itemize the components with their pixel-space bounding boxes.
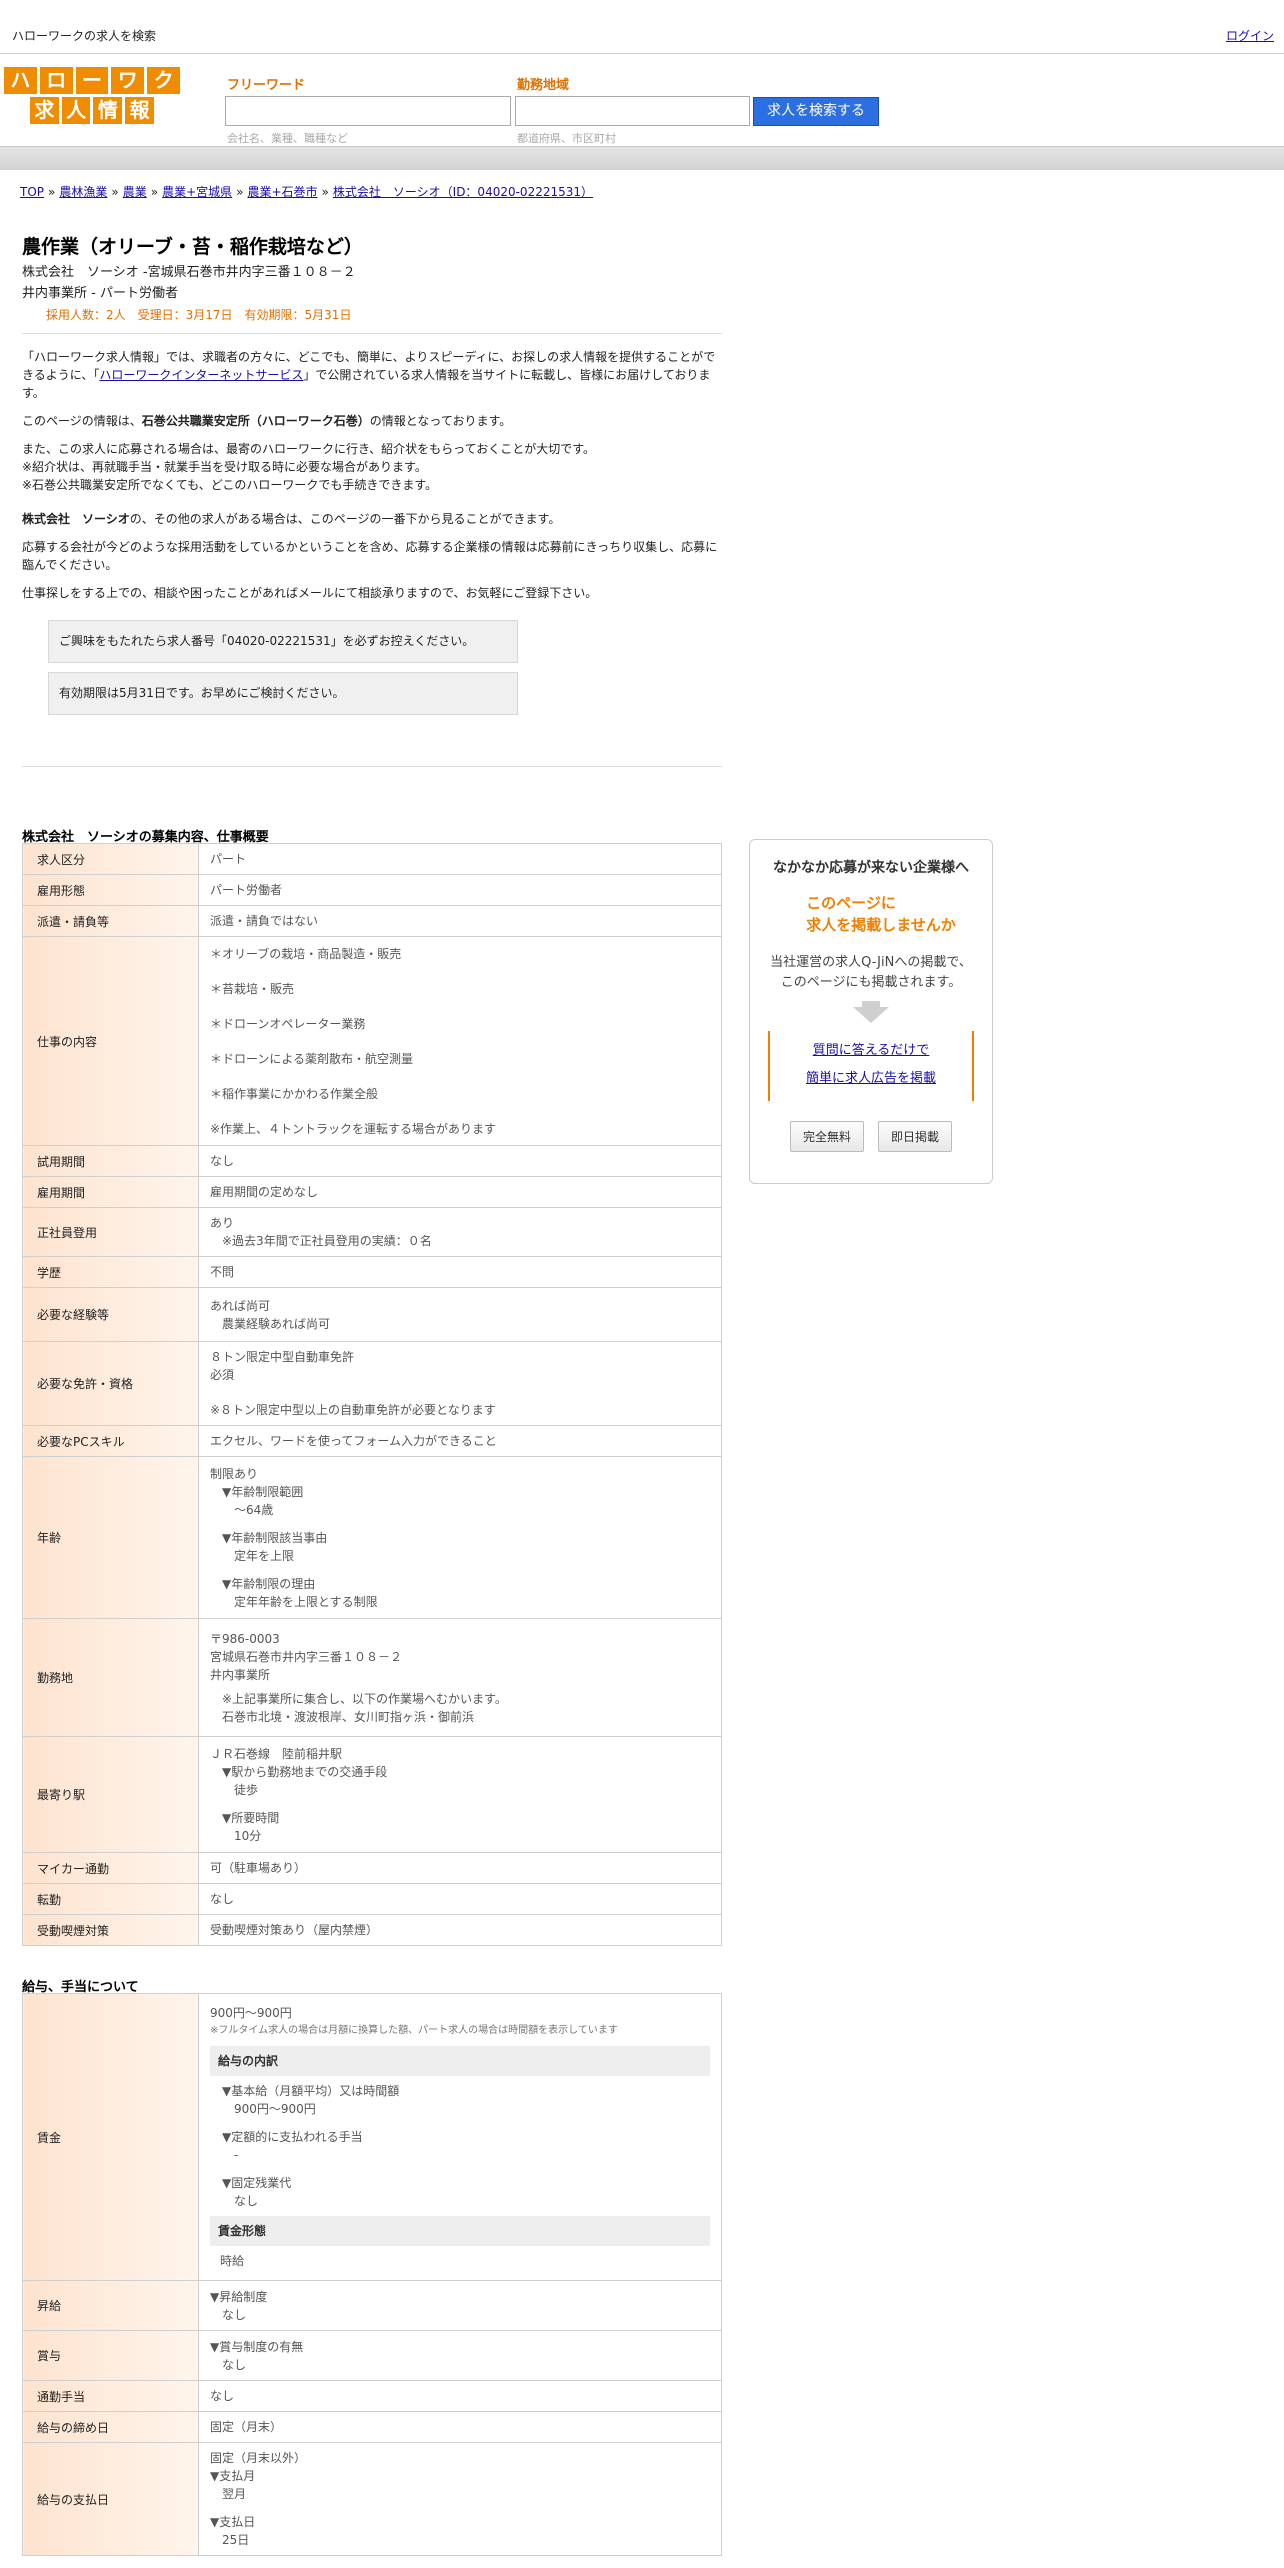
top-bar: ハローワークの求人を検索 ログイン: [0, 0, 1284, 54]
ad-description: 当社運営の求人Q-JiNへの掲載で、 このページにも掲載されます。: [770, 955, 972, 990]
job-title: 農作業（オリーブ・苔・稲作栽培など）: [22, 236, 363, 258]
ad-cta: 質問に答えるだけで 簡単に求人広告を掲載: [768, 1031, 974, 1101]
job-company: 株式会社 ソーシオ -宮城県石巻市井内字三番１０８－２: [22, 265, 356, 280]
logo-char: 情: [93, 97, 123, 124]
free-badge[interactable]: 完全無料: [789, 1121, 864, 1152]
employer-ad-box: なかなか応募が来ない企業様へ このページに 求人を掲載しませんか 当社運営の求人…: [749, 839, 993, 1184]
freeword-hint: 会社名、業種、職種など: [227, 132, 348, 145]
same-day-badge[interactable]: 即日掲載: [878, 1121, 953, 1152]
logo-char: 報: [125, 97, 154, 124]
expiry-notice: 有効期限は5月31日です。お早めにご検討ください。: [48, 672, 518, 715]
job-office: 井内事業所 - パート労働者: [22, 286, 178, 301]
search-button[interactable]: 求人を検索する: [753, 97, 879, 126]
job-number-notice: ご興味をもたれたら求人番号「04020-02221531」を必ずお控えください。: [48, 620, 518, 663]
breadcrumb-prefecture[interactable]: 農業+宮城県: [162, 185, 232, 199]
table-row: 雇用形態 パート労働者: [22, 874, 722, 906]
site-tagline: ハローワークの求人を検索: [12, 29, 157, 43]
table-row: 給与の締め日 固定（月末）: [22, 2411, 722, 2443]
logo-char: ワ: [111, 67, 145, 94]
table-row: 年齢 制限あり ▼年齢制限範囲 〜64歳 ▼年齢制限該当事由 定年を上限 ▼年齢制限…: [22, 1456, 722, 1619]
table-row: 賞与 ▼賞与制度の有無 なし: [22, 2330, 722, 2381]
other-jobs-note: 株式会社 ソーシオの、その他の求人がある場合は、このページの一番下から見ることが…: [22, 512, 561, 526]
table-row: 昇給 ▼昇給制度 なし: [22, 2280, 722, 2331]
logo-char: 求: [30, 97, 59, 124]
ad-headline: このページに 求人を掲載しませんか: [806, 894, 956, 934]
table-row: 仕事の内容 ＊オリーブの栽培・商品製造・販売 ＊苔栽培・販売 ＊ドローンオペレー…: [22, 936, 722, 1146]
divider: [22, 766, 722, 767]
table-row: 必要な免許・資格 ８トン限定中型自動車免許 必須 ※８トン限定中型以上の自動車免許が必…: [22, 1341, 722, 1426]
freeword-input[interactable]: [225, 96, 511, 126]
ad-title: なかなか応募が来ない企業様へ: [773, 860, 969, 876]
location-input[interactable]: [515, 96, 750, 126]
overview-table: 求人区分 パート 雇用形態 パート労働者 派遣・請負等 派遣・請負ではない 仕事の内容…: [22, 843, 722, 1946]
table-row: 最寄り駅 ＪＲ石巻線 陸前稲井駅 ▼駅から勤務地までの交通手段 徒歩 ▼所要時間 1…: [22, 1736, 722, 1853]
table-row: 必要なPCスキル エクセル、ワードを使ってフォーム入力ができること: [22, 1425, 722, 1457]
breadcrumb: TOP» 農林漁業» 農業» 農業+宮城県» 農業+石巻市» 株式会社 ソーシオ（ID：0…: [20, 185, 594, 199]
intro-paragraph: 「ハローワーク求人情報」では、求職者の方々に、どこでも、簡単に、よりスピーディに…: [22, 350, 716, 400]
table-row: 必要な経験等 あれば尚可 農業経験あれば尚可: [22, 1287, 722, 1342]
table-row: 学歴 不問: [22, 1256, 722, 1288]
breadcrumb-category[interactable]: 農林漁業: [59, 185, 107, 199]
hellowork-internet-link[interactable]: ハローワークインターネットサービス: [99, 368, 303, 382]
breadcrumb-city[interactable]: 農業+石巻市: [247, 185, 317, 199]
table-row: マイカー通勤 可（駐車場あり）: [22, 1852, 722, 1884]
logo-char: ク: [147, 67, 180, 94]
table-row: 給与の支払日 固定（月末以外） ▼支払月 翌月 ▼支払日 25日: [22, 2442, 722, 2556]
table-row: 求人区分 パート: [22, 843, 722, 875]
table-row: 正社員登用 あり ※過去3年間で正社員登用の実績：０名: [22, 1207, 722, 1257]
table-row: 受動喫煙対策 受動喫煙対策あり（屋内禁煙）: [22, 1914, 722, 1946]
table-row: 試用期間 なし: [22, 1145, 722, 1177]
table-row: 勤務地 〒986-0003 宮城県石巻市井内字三番１０８－２ 井内事業所 ※上記…: [22, 1618, 722, 1737]
breadcrumb-top[interactable]: TOP: [20, 185, 44, 199]
table-row: 派遣・請負等 派遣・請負ではない: [22, 905, 722, 937]
job-summary: 農作業（オリーブ・苔・稲作栽培など） 株式会社 ソーシオ -宮城県石巻市井内字三…: [22, 232, 722, 323]
research-note: 応募する会社が今どのような採用活動をしているかということを含め、応募する企業様の…: [22, 540, 718, 572]
source-paragraph: このページの情報は、石巻公共職業安定所（ハローワーク石巻）の情報となっております…: [22, 414, 512, 428]
breadcrumb-subcategory[interactable]: 農業: [123, 185, 147, 199]
logo-char: ー: [75, 67, 109, 94]
logo-char: 人: [61, 97, 91, 124]
ad-link-post[interactable]: 簡単に求人広告を掲載: [770, 1065, 972, 1093]
salary-table: 賃金 900円〜900円 ※フルタイム求人の場合は月額に換算した額、パート求人の…: [22, 1993, 722, 2556]
table-row: 雇用期間 雇用期間の定めなし: [22, 1176, 722, 1208]
logo-char: ハ: [4, 67, 37, 94]
location-hint: 都道府県、市区町村: [517, 132, 616, 145]
intro-text: 「ハローワーク求人情報」では、求職者の方々に、どこでも、簡単に、よりスピーディに…: [22, 348, 722, 724]
table-row: 賃金 900円〜900円 ※フルタイム求人の場合は月額に換算した額、パート求人の…: [22, 1993, 722, 2281]
consult-note: 仕事探しをする上での、相談や困ったことがあればメールにて相談承りますので、お気軽…: [22, 586, 598, 600]
login-link[interactable]: ログイン: [1226, 27, 1274, 44]
breadcrumb-current[interactable]: 株式会社 ソーシオ（ID：04020-02221531）: [333, 185, 593, 199]
ad-link-answer[interactable]: 質問に答えるだけで: [770, 1037, 972, 1065]
apply-note: また、この求人に応募される場合は、最寄のハローワークに行き、紹介状をもらっておく…: [22, 442, 596, 492]
ad-badges: 完全無料 即日掲載: [750, 1121, 992, 1152]
location-label: 勤務地域: [517, 78, 570, 93]
logo-char: ロ: [39, 67, 73, 94]
job-meta: 採用人数：2人 受理日：3月17日 有効期限：5月31日: [46, 308, 352, 322]
arrow-down-icon: [853, 1007, 889, 1023]
table-row: 転勤 なし: [22, 1883, 722, 1915]
header-divider: [0, 146, 1284, 170]
table-row: 通勤手当 なし: [22, 2380, 722, 2412]
site-logo[interactable]: ハ ロ ー ワ ク 求 人 情 報: [4, 67, 180, 124]
freeword-label: フリーワード: [227, 78, 306, 93]
divider: [22, 333, 722, 334]
